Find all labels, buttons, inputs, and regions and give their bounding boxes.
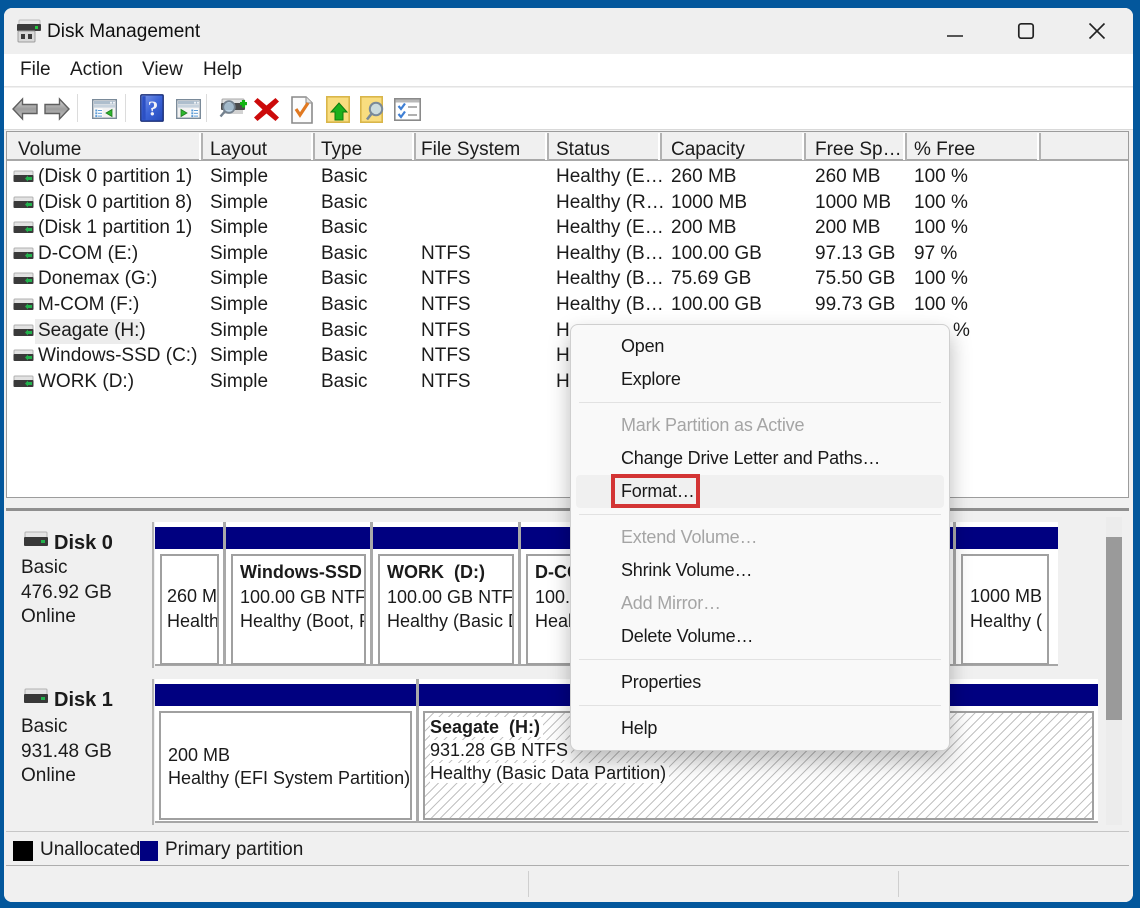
svg-text:?: ? bbox=[148, 97, 159, 121]
